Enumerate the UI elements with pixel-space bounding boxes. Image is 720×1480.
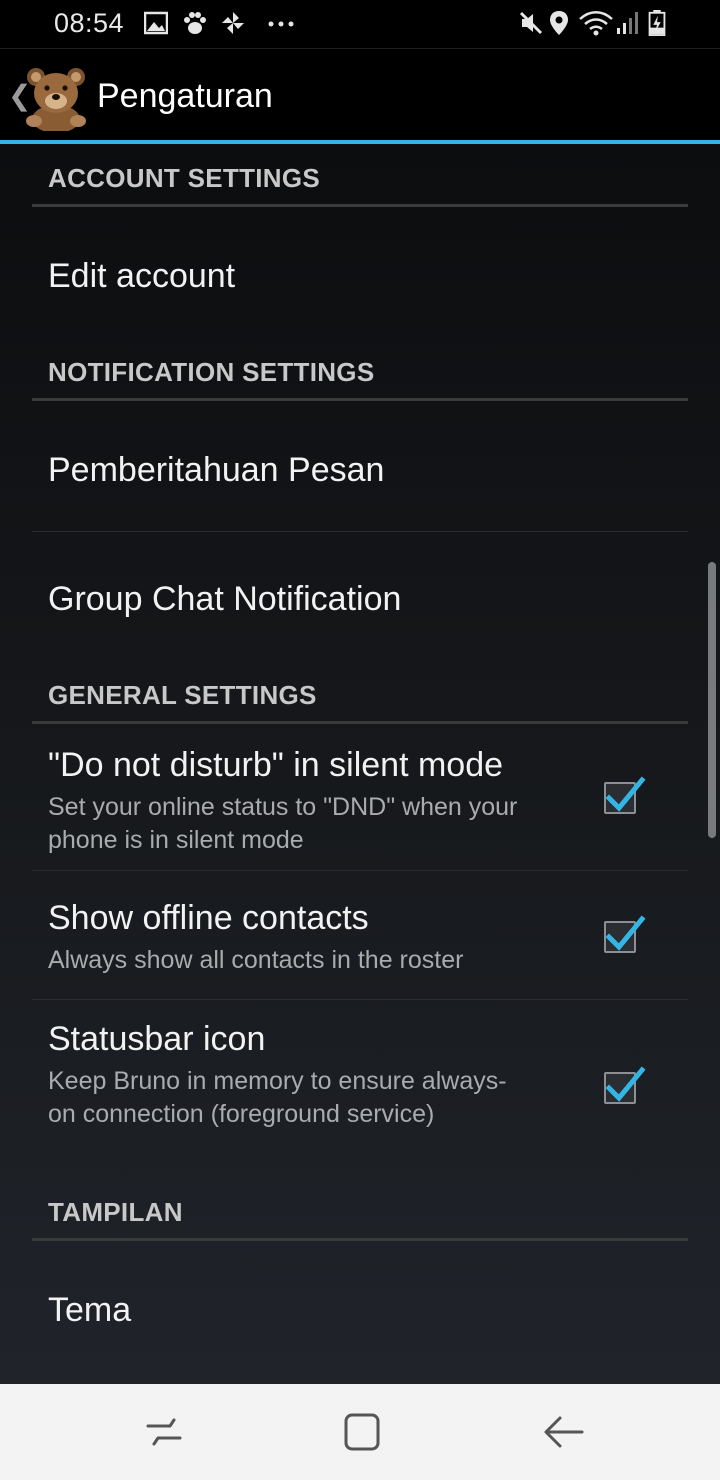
pref-message-notification[interactable]: Pemberitahuan Pesan xyxy=(0,401,720,531)
pref-statusbar-icon[interactable]: Statusbar icon Keep Bruno in memory to e… xyxy=(0,1000,720,1176)
pref-title: Group Chat Notification xyxy=(48,580,402,618)
dnd-checkbox[interactable] xyxy=(604,776,646,814)
status-bar: 08:54 xyxy=(0,0,720,48)
section-header-notification: NOTIFICATION SETTINGS xyxy=(48,357,375,387)
paw-icon xyxy=(184,12,206,34)
signal-icon xyxy=(617,12,638,34)
section-header-display: TAMPILAN xyxy=(48,1197,183,1227)
app-logo-teddy-bear[interactable] xyxy=(22,65,90,131)
show-offline-checkbox[interactable] xyxy=(604,915,646,953)
pref-summary: Keep Bruno in memory to ensure always-on… xyxy=(48,1067,507,1128)
pref-title: Show offline contacts xyxy=(48,899,369,937)
pref-title: Statusbar icon xyxy=(48,1020,266,1058)
action-bar: ❮ Pengaturan xyxy=(0,49,720,140)
check-mark-icon xyxy=(605,776,646,812)
status-time: 08:54 xyxy=(54,8,125,38)
location-icon xyxy=(550,11,568,35)
pref-summary: Set your online status to "DND" when you… xyxy=(48,793,518,854)
pref-summary: Always show all contacts in the roster xyxy=(48,946,464,974)
pref-title: Pemberitahuan Pesan xyxy=(48,451,385,489)
page-title: Pengaturan xyxy=(97,77,273,115)
pref-theme[interactable]: Tema xyxy=(0,1241,720,1381)
pref-edit-account[interactable]: Edit account xyxy=(0,207,720,335)
pinwheel-icon xyxy=(222,12,244,34)
back-arrow-icon[interactable] xyxy=(540,1412,588,1452)
check-mark-icon xyxy=(605,1066,646,1102)
recent-apps-icon[interactable] xyxy=(140,1412,188,1452)
pref-title: Tema xyxy=(48,1291,132,1329)
pref-dnd-silent-mode[interactable]: "Do not disturb" in silent mode Set your… xyxy=(0,724,720,870)
more-dots-icon xyxy=(268,21,294,27)
pref-title: "Do not disturb" in silent mode xyxy=(48,746,504,784)
pref-show-offline-contacts[interactable]: Show offline contacts Always show all co… xyxy=(0,871,720,999)
statusbar-icon-checkbox[interactable] xyxy=(604,1066,646,1104)
check-mark-icon xyxy=(605,915,646,951)
scrollbar[interactable] xyxy=(708,562,716,838)
section-header-general: GENERAL SETTINGS xyxy=(48,680,317,710)
home-icon[interactable] xyxy=(338,1412,386,1452)
wifi-icon xyxy=(579,11,613,36)
pref-group-chat-notification[interactable]: Group Chat Notification xyxy=(0,532,720,660)
gallery-icon xyxy=(144,11,168,35)
section-header-account: ACCOUNT SETTINGS xyxy=(48,163,321,193)
battery-charging-icon xyxy=(648,10,666,36)
navigation-bar xyxy=(0,1384,720,1480)
settings-list[interactable]: ACCOUNT SETTINGS Edit account NOTIFICATI… xyxy=(0,144,720,1384)
pref-title: Edit account xyxy=(48,257,236,295)
mute-icon xyxy=(519,11,543,35)
